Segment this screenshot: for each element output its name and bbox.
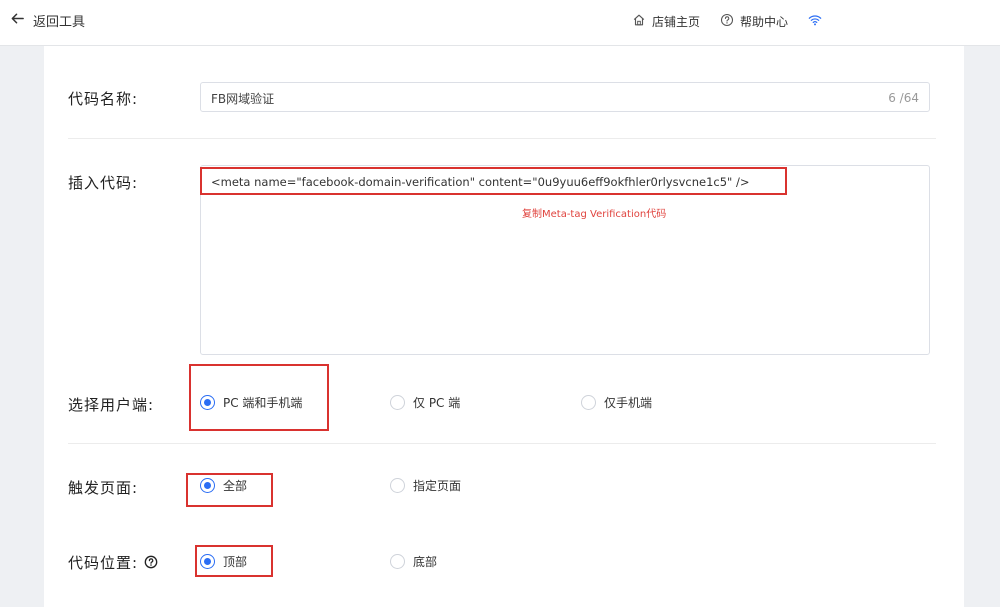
radio-label: 底部 [413, 555, 438, 569]
help-center-link[interactable]: 帮助中心 [720, 13, 788, 30]
arrow-left-icon [10, 11, 25, 30]
top-bar: 返回工具 店铺主页 帮助中心 [0, 0, 1000, 46]
position-highlight-box [195, 545, 273, 577]
radio-unchecked-icon [390, 478, 405, 493]
char-counter: 6 /64 [888, 91, 919, 105]
code-name-value: FB网域验证 [211, 92, 275, 106]
insert-code-label: 插入代码: [68, 174, 139, 192]
radio-unchecked-icon [390, 554, 405, 569]
back-to-tools-button[interactable]: 返回工具 [10, 11, 85, 30]
store-home-link[interactable]: 店铺主页 [632, 13, 700, 30]
divider [68, 138, 936, 139]
code-name-input[interactable]: FB网域验证 6 /64 [200, 82, 930, 112]
divider [68, 443, 936, 444]
wifi-icon [808, 12, 822, 31]
help-icon[interactable] [144, 555, 158, 573]
trigger-highlight-box [186, 473, 273, 507]
radio-bottom[interactable]: 底部 [390, 553, 437, 570]
radio-label: 指定页面 [413, 479, 462, 493]
annotation-text: 复制Meta-tag Verification代码 [522, 209, 667, 220]
code-position-label: 代码位置: [68, 552, 158, 573]
help-center-label: 帮助中心 [740, 15, 789, 29]
radio-unchecked-icon [390, 395, 405, 410]
radio-label: 仅 PC 端 [413, 396, 461, 410]
home-icon [632, 13, 646, 30]
help-circle-icon [720, 13, 734, 30]
header-nav: 店铺主页 帮助中心 [632, 12, 822, 31]
store-home-label: 店铺主页 [652, 15, 701, 29]
code-highlight-box [200, 167, 787, 195]
client-label: 选择用户端: [68, 396, 155, 414]
code-position-text: 代码位置: [68, 554, 139, 572]
back-label: 返回工具 [33, 15, 86, 30]
radio-specified-pages[interactable]: 指定页面 [390, 477, 461, 494]
client-highlight-box [189, 364, 329, 431]
trigger-page-label: 触发页面: [68, 479, 139, 497]
radio-pc-only[interactable]: 仅 PC 端 [390, 394, 460, 411]
radio-unchecked-icon [581, 395, 596, 410]
code-name-label: 代码名称: [68, 90, 139, 108]
radio-mobile-only[interactable]: 仅手机端 [581, 394, 652, 411]
radio-label: 仅手机端 [604, 396, 653, 410]
